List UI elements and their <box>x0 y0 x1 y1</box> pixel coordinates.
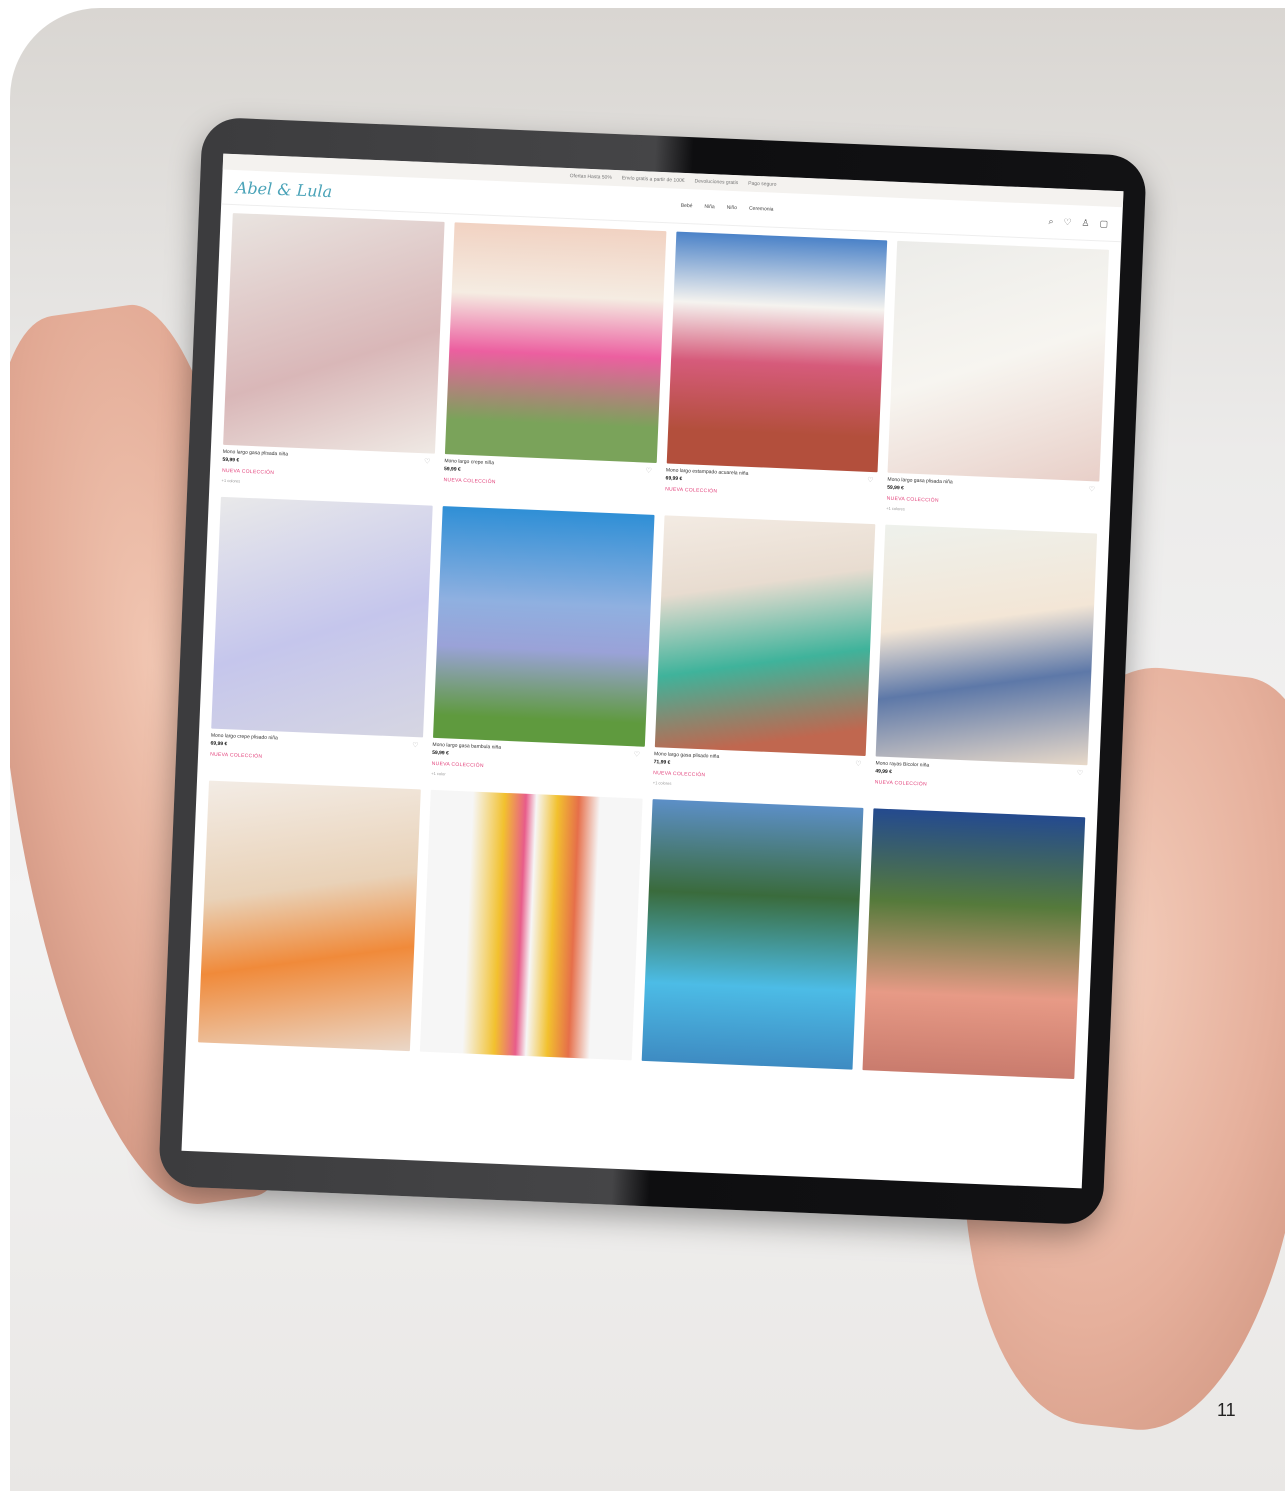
wishlist-heart-icon[interactable]: ♡ <box>855 760 862 768</box>
wishlist-heart-icon[interactable]: ♡ <box>1077 769 1084 777</box>
product-image[interactable] <box>862 808 1086 1080</box>
product-image[interactable] <box>875 524 1098 766</box>
user-icon[interactable]: ♙ <box>1081 217 1089 228</box>
wishlist-heart-icon[interactable]: ♡ <box>634 750 641 758</box>
nav-item-bebe[interactable]: Bebé <box>681 203 693 209</box>
product-grid: Mono largo gasa plisada niña 59,99 € NUEVA… <box>186 205 1122 1088</box>
product-card[interactable]: Mono largo estampado acuarela niña 69,99 … <box>665 231 888 511</box>
product-card[interactable]: Mono rayas Bicolor niña 49,99 € NUEVA COLE… <box>874 524 1098 804</box>
product-image[interactable] <box>432 506 655 747</box>
promo-item: Pago seguro <box>748 180 777 188</box>
product-image[interactable] <box>887 240 1110 482</box>
promo-item: Ofertas Hasta 50% <box>569 173 612 181</box>
photo-background: Ofertas Hasta 50% Envío gratis a partir … <box>10 8 1285 1491</box>
product-card[interactable]: Mono largo gasa plisada niña 59,99 € NUEVA… <box>222 213 445 492</box>
page-number: 11 <box>1217 1400 1236 1420</box>
wishlist-heart-icon[interactable]: ♡ <box>412 741 419 749</box>
product-card[interactable] <box>641 799 864 1070</box>
product-card[interactable] <box>419 789 643 1061</box>
brand-logo[interactable]: Abel & Lula <box>235 178 406 204</box>
product-meta: Mono largo gasa bambula niña 59,99 € NUEVA… <box>431 738 644 785</box>
product-meta: Mono largo gasa plisado niña 71,99 € NUEVA… <box>653 747 866 794</box>
tablet-screen: Ofertas Hasta 50% Envío gratis a partir … <box>181 153 1124 1189</box>
product-image[interactable] <box>211 496 433 738</box>
product-image[interactable] <box>666 231 888 473</box>
product-card[interactable]: Mono largo gasa plisada niña 59,99 € NUEVA… <box>886 240 1110 520</box>
product-image[interactable] <box>198 780 421 1052</box>
product-image[interactable] <box>641 799 864 1070</box>
product-image[interactable] <box>654 515 876 757</box>
product-card[interactable]: Mono largo crepe niña 59,99 € NUEVA COLECC… <box>443 222 666 501</box>
product-card[interactable]: Mono largo gasa plisado niña 71,99 € NUEVA… <box>653 515 876 794</box>
product-image[interactable] <box>444 222 666 463</box>
wishlist-heart-icon[interactable]: ♡ <box>645 467 652 475</box>
heart-icon[interactable]: ♡ <box>1063 216 1071 227</box>
bag-icon[interactable]: ▢ <box>1099 218 1108 229</box>
nav-item-nino[interactable]: Niño <box>727 205 738 211</box>
nav-item-nina[interactable]: Niña <box>704 204 715 210</box>
promo-item: Devoluciones gratis <box>694 178 739 187</box>
product-card[interactable]: Mono largo gasa bambula niña 59,99 € NUEVA… <box>431 506 655 785</box>
product-card[interactable] <box>862 808 1086 1080</box>
product-meta: Mono largo gasa plisada niña 59,99 € NUEVA… <box>222 445 435 492</box>
product-card[interactable]: Mono largo crepe plisado niña 69,99 € NUEV… <box>210 496 433 776</box>
product-image[interactable] <box>223 213 445 454</box>
wishlist-heart-icon[interactable]: ♡ <box>867 476 874 484</box>
product-meta: Mono largo gasa plisada niña 59,99 € NUEVA… <box>886 473 1099 520</box>
nav-item-ceremonia[interactable]: Ceremonia <box>749 206 774 213</box>
promo-item: Envío gratis a partir de 100€ <box>621 175 685 184</box>
wishlist-heart-icon[interactable]: ♡ <box>424 457 431 465</box>
product-image[interactable] <box>419 789 643 1061</box>
header-icons: ⌕ ♡ ♙ ▢ <box>1048 216 1108 229</box>
product-card[interactable] <box>198 780 421 1052</box>
wishlist-heart-icon[interactable]: ♡ <box>1089 485 1096 493</box>
search-icon[interactable]: ⌕ <box>1048 216 1053 227</box>
tablet-device: Ofertas Hasta 50% Envío gratis a partir … <box>158 116 1147 1226</box>
